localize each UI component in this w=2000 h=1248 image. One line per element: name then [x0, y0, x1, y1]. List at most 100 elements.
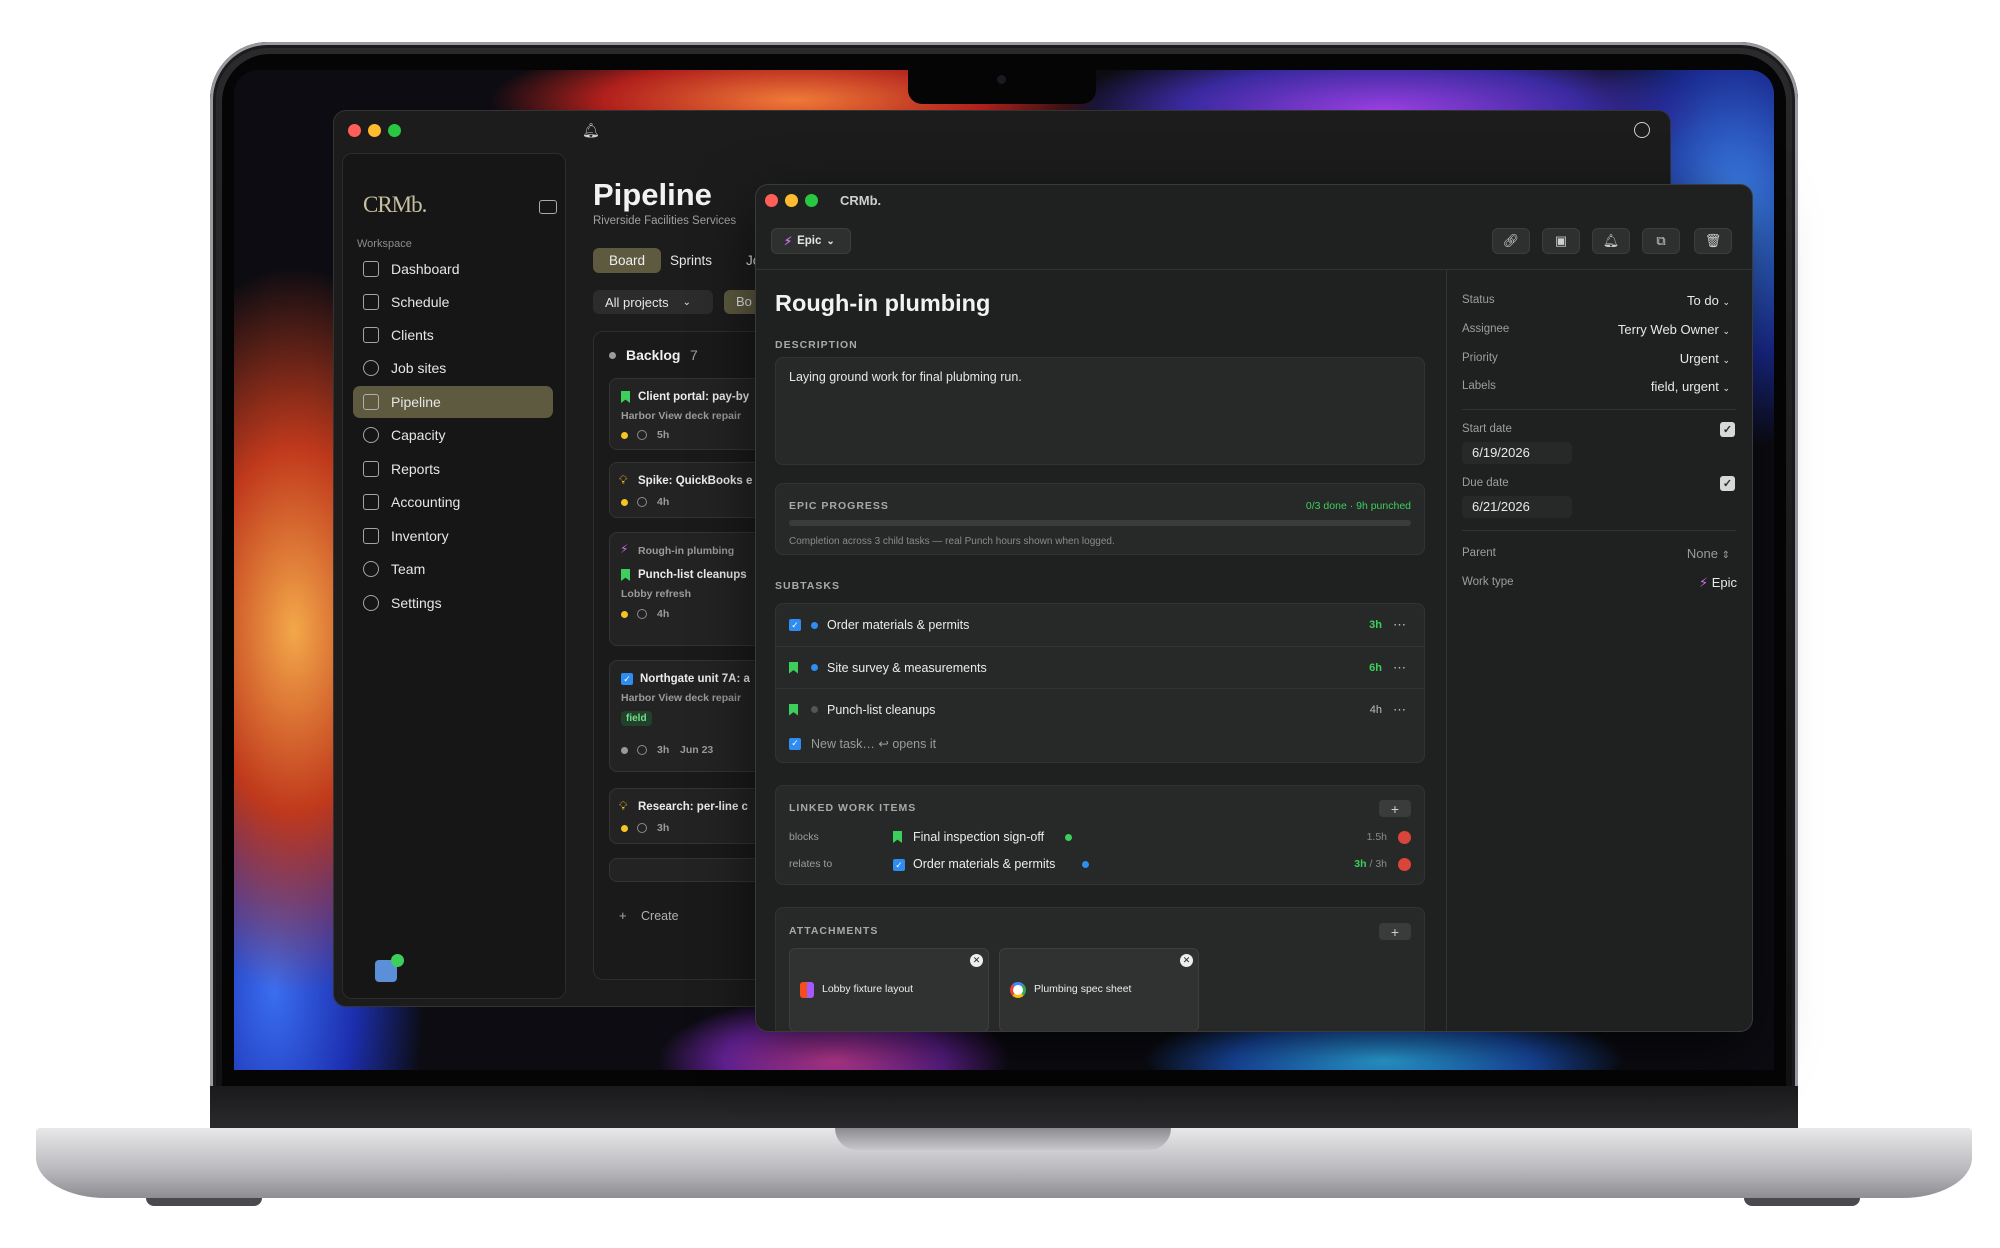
bell-icon[interactable]: 🔔︎ [582, 122, 600, 139]
kanban-card[interactable]: Client portal: pay-by Harbor View deck r… [609, 378, 779, 450]
linked-items-label: LINKED WORK ITEMS [789, 802, 917, 814]
close-window-button[interactable] [348, 124, 361, 137]
link-relation: relates to [789, 858, 833, 870]
status-dot [811, 621, 818, 629]
work-item-title[interactable]: Rough-in plumbing [775, 290, 990, 317]
new-task-input[interactable]: ✓ New task… ↩ opens it [789, 736, 936, 751]
work-type-value[interactable]: ⚡︎ Epic [1699, 575, 1737, 591]
sidebar-item-dashboard[interactable]: Dashboard [353, 253, 553, 285]
page-subtitle: Riverside Facilities Services [593, 215, 737, 227]
pin-icon [363, 360, 379, 376]
labels-dropdown[interactable]: field, urgent ⌄ [1651, 379, 1730, 394]
remove-link-icon[interactable] [1398, 858, 1411, 871]
project-filter-dropdown[interactable]: All projects ⌄ [593, 290, 713, 314]
sidebar-item-reports[interactable]: Reports [353, 453, 553, 485]
sidebar-item-team[interactable]: Team [353, 553, 553, 585]
sidebar-item-capacity[interactable]: Capacity [353, 419, 553, 451]
chevron-down-icon: ⌄ [1722, 383, 1730, 393]
due-date-checkbox[interactable]: ✓ [1720, 476, 1735, 491]
add-link-button[interactable]: + [1379, 800, 1411, 817]
close-icon[interactable]: ✕ [1180, 954, 1193, 967]
card-estimate: 4h [657, 608, 670, 620]
status-dot [811, 706, 818, 713]
kanban-card[interactable]: ✓ Northgate unit 7A: a Harbor View deck … [609, 660, 779, 772]
tab-board[interactable]: Board [593, 248, 661, 273]
epic-progress-panel: EPIC PROGRESS 0/3 done · 9h punched Comp… [775, 483, 1425, 555]
delete-button[interactable]: 🗑︎ [1694, 228, 1732, 254]
subtask-row[interactable]: Punch-list cleanups 4h ⋯ [776, 688, 1424, 730]
card-parent: Rough-in plumbing [638, 545, 735, 557]
create-card-button[interactable]: Create [641, 909, 679, 923]
description-field[interactable]: Laying ground work for final plubming ru… [775, 357, 1425, 465]
description-label: DESCRIPTION [775, 339, 858, 351]
add-attachment-button[interactable]: + [1379, 923, 1411, 940]
clock-icon [637, 497, 647, 507]
duplicate-button[interactable]: ⧉ [1642, 228, 1680, 254]
subtasks-label: SUBTASKS [775, 580, 840, 592]
sidebar-item-schedule[interactable]: Schedule [353, 286, 553, 318]
zoom-window-button[interactable] [805, 194, 818, 207]
description-text: Laying ground work for final plubming ru… [789, 370, 1022, 384]
assignee-dropdown[interactable]: Terry Web Owner ⌄ [1618, 322, 1730, 337]
task-checkbox-icon: ✓ [893, 859, 905, 871]
sidebar-item-inventory[interactable]: Inventory [353, 520, 553, 552]
kanban-card[interactable]: 💡︎ Research: per-line c 3h [609, 788, 779, 844]
chevron-down-icon: ⌄ [1722, 326, 1730, 336]
link-button[interactable]: 🔗︎ [1492, 228, 1530, 254]
story-icon [789, 703, 798, 716]
card-project: Lobby refresh [621, 588, 692, 600]
tab-sprints[interactable]: Sprints [670, 253, 712, 268]
linked-item-title[interactable]: Order materials & permits [913, 857, 1055, 871]
notify-button[interactable]: 🔔︎ [1592, 228, 1630, 254]
epic-progress-label: EPIC PROGRESS [789, 500, 889, 512]
due-date-field[interactable]: 6/21/2026 [1462, 496, 1572, 518]
remove-link-icon[interactable] [1398, 831, 1411, 844]
subtask-row[interactable]: ✓ Order materials & permits 3h ⋯ [776, 604, 1424, 646]
bell-icon: 🔔︎ [1602, 233, 1620, 248]
sidebar-item-accounting[interactable]: Accounting [353, 486, 553, 518]
close-window-button[interactable] [765, 194, 778, 207]
parent-dropdown[interactable]: None ⇕ [1687, 546, 1730, 561]
nav-label: Settings [391, 595, 442, 611]
sidebar-item-clients[interactable]: Clients [353, 319, 553, 351]
start-date-checkbox[interactable]: ✓ [1720, 422, 1735, 437]
kanban-card[interactable]: 💡︎ Spike: QuickBooks e 4h [609, 462, 779, 518]
nav-label: Dashboard [391, 261, 460, 277]
more-options-icon[interactable]: ⋯ [1393, 660, 1406, 676]
attachment-card[interactable]: ✕ Lobby fixture layout [789, 948, 989, 1031]
task-checkbox-icon: ✓ [789, 737, 801, 750]
calendar-button[interactable]: ▣ [1542, 228, 1580, 254]
status-label: Status [1462, 294, 1495, 306]
sidebar-toggle-icon[interactable] [539, 200, 557, 214]
close-icon[interactable]: ✕ [970, 954, 983, 967]
subtasks-panel: ✓ Order materials & permits 3h ⋯ Site su… [775, 603, 1425, 763]
priority-dot [621, 611, 628, 618]
nav-label: Team [391, 561, 426, 577]
more-options-icon[interactable]: ⋯ [1393, 702, 1406, 718]
lightning-icon: ⚡︎ [784, 236, 793, 248]
column-title: Backlog [626, 347, 681, 363]
minimize-window-button[interactable] [785, 194, 798, 207]
start-date-field[interactable]: 6/19/2026 [1462, 442, 1572, 464]
nav-label: Clients [391, 327, 434, 343]
attachment-card[interactable]: ✕ Plumbing spec sheet [999, 948, 1199, 1031]
kanban-card[interactable] [609, 858, 779, 882]
gauge-icon [363, 427, 379, 443]
priority-dropdown[interactable]: Urgent ⌄ [1680, 351, 1730, 366]
sidebar-item-job-sites[interactable]: Job sites [353, 352, 553, 384]
nav-label: Schedule [391, 294, 450, 310]
status-dropdown[interactable]: To do ⌄ [1687, 293, 1730, 308]
card-estimate: 3h [657, 822, 670, 834]
subtask-row[interactable]: Site survey & measurements 6h ⋯ [776, 646, 1424, 688]
zoom-window-button[interactable] [388, 124, 401, 137]
more-options-icon[interactable]: ⋯ [1393, 617, 1406, 633]
epic-progress-note: Completion across 3 child tasks — real P… [789, 536, 1115, 547]
task-checkbox-icon: ✓ [789, 619, 801, 631]
sidebar-item-pipeline[interactable]: Pipeline [353, 386, 553, 418]
sidebar-item-settings[interactable]: Settings [353, 587, 553, 619]
account-icon[interactable] [1634, 122, 1650, 138]
linked-item-title[interactable]: Final inspection sign-off [913, 830, 1044, 844]
work-type-badge[interactable]: ⚡︎ Epic ⌄ [771, 228, 851, 254]
minimize-window-button[interactable] [368, 124, 381, 137]
kanban-card[interactable]: ⚡︎ Rough-in plumbing Punch-list cleanups… [609, 532, 779, 646]
